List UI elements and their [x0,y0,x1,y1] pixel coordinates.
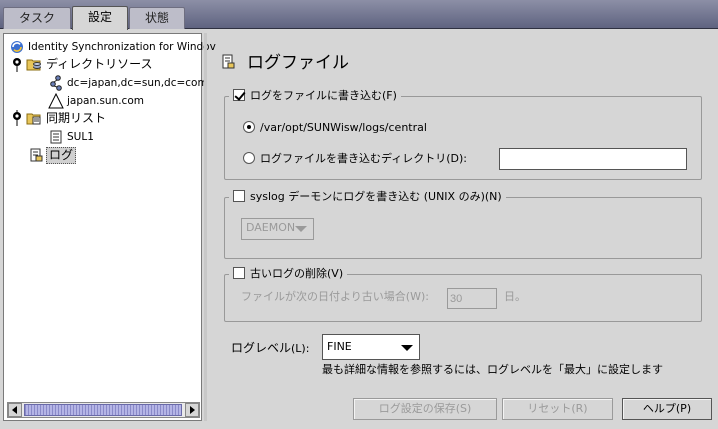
log-file-icon [222,54,235,69]
tree-label-directory-resources: ディレクトリソース [46,57,153,71]
tree-item-host[interactable]: japan.sun.com [4,92,200,110]
scroll-left-icon[interactable] [8,403,22,417]
tree-label-log: ログ [46,147,77,164]
sync-list-icon [50,130,62,144]
custom-dir-mnemonic: (D): [446,152,467,165]
syslog-facility-value: DAEMON [246,221,296,234]
radio-selected-icon[interactable] [243,121,255,133]
tree-label-dc: dc=japan,dc=sun,dc=com [67,77,208,89]
log-level-label: ログレベル(L): [231,341,310,355]
log-directory-input[interactable] [499,148,687,170]
syslog-label: syslog デーモンにログを書き込む (UNIX のみ) [250,190,485,203]
save-log-settings-button[interactable]: ログ設定の保存(S) [353,398,497,420]
tree-label-sync-list: 同期リスト [46,111,107,125]
radio-custom-dir[interactable]: ログファイルを書き込むディレクトリ(D): [243,151,467,167]
ldap-tree-icon [50,75,62,91]
folder-database-icon [26,59,41,71]
tree-label-root: Identity Synchronization for Windov [28,41,216,53]
syslog-facility-select[interactable]: DAEMON [241,218,314,240]
expand-knob-icon[interactable] [12,56,23,72]
tree-label-sul1: SUL1 [67,131,94,143]
file-log-mnemonic: (F) [382,89,397,102]
log-level-value: FINE [327,340,352,353]
pane-splitter[interactable] [204,33,207,421]
tree-item-sul1[interactable]: SUL1 [4,128,200,146]
warning-triangle-icon [48,93,64,109]
navigation-tree: Identity Synchronization for Windov ディレク… [3,33,216,421]
purge-days-label: ファイルが次の日付より古い場合(W): [241,290,429,303]
folder-list-icon [26,113,41,125]
radio-default-path[interactable]: /var/opt/SUNWisw/logs/central [243,120,427,136]
log-file-icon [30,148,43,162]
purge-checkbox[interactable]: 古いログの削除(V) [229,266,348,282]
expand-knob-icon[interactable] [12,110,23,126]
chevron-down-icon [401,345,413,351]
syslog-mnemonic: (N) [484,190,502,203]
default-path-label: /var/opt/SUNWisw/logs/central [260,121,427,134]
purge-mnemonic: (V) [327,267,344,280]
purge-label: 古いログの削除 [250,267,327,280]
reset-button[interactable]: リセット(R) [502,398,613,420]
tree-item-dc[interactable]: dc=japan,dc=sun,dc=com [4,74,208,92]
checkbox-unchecked-icon[interactable] [233,267,245,279]
radio-unselected-icon[interactable] [243,152,255,164]
purge-days-input[interactable] [447,288,497,309]
chevron-down-icon [295,226,307,232]
checkbox-unchecked-icon[interactable] [233,190,245,202]
page-title: ログファイル [247,53,349,73]
help-button[interactable]: ヘルプ(P) [622,398,712,420]
custom-dir-label: ログファイルを書き込むディレクトリ [260,152,447,165]
tab-status[interactable]: 状態 [129,7,185,29]
tree-label-host: japan.sun.com [67,95,144,107]
purge-days-unit: 日。 [504,290,526,303]
scroll-thumb[interactable] [24,404,182,416]
log-level-hint: 最も詳細な情報を参照するには、ログレベルを「最大」に設定します [322,363,663,376]
tab-settings[interactable]: 設定 [72,6,128,30]
tree-horizontal-scrollbar[interactable] [7,402,200,418]
tab-tasks[interactable]: タスク [3,7,71,29]
log-level-select[interactable]: FINE [322,334,420,360]
file-log-checkbox[interactable]: ログをファイルに書き込む(F) [229,88,401,104]
tab-bar: タスク 設定 状態 [0,0,718,30]
tree-item-root[interactable]: Identity Synchronization for Windov [4,38,216,56]
tree-item-directory-resources[interactable]: ディレクトリソース [4,55,200,73]
checkbox-checked-icon[interactable] [233,89,245,101]
tree-item-log[interactable]: ログ [4,146,200,164]
file-log-label: ログをファイルに書き込む [250,89,382,102]
syslog-checkbox[interactable]: syslog デーモンにログを書き込む (UNIX のみ)(N) [229,189,506,205]
scroll-right-icon[interactable] [185,403,199,417]
tree-item-sync-list[interactable]: 同期リスト [4,109,200,127]
sync-app-icon [11,41,23,53]
